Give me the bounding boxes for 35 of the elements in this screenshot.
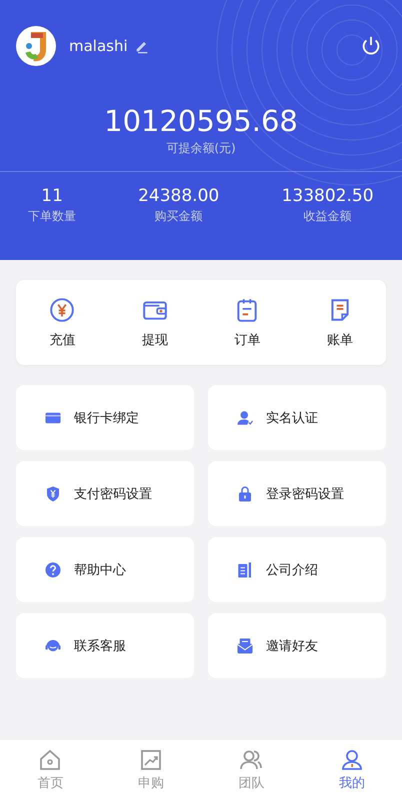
menu-item[interactable]: 帮助中心	[16, 537, 194, 602]
menu-item[interactable]: 登录密码设置	[208, 461, 386, 526]
menu-item[interactable]: 银行卡绑定	[16, 385, 194, 450]
book-icon	[236, 560, 254, 578]
menu-item[interactable]: 邀请好友	[208, 613, 386, 678]
quick-action[interactable]: 账单	[294, 280, 386, 365]
quick-action[interactable]: 提现	[108, 280, 201, 365]
avatar-logo-icon[interactable]	[16, 26, 56, 66]
help-icon	[44, 560, 62, 578]
stat-value: 11	[41, 186, 63, 206]
quick-action[interactable]: 充值	[16, 280, 108, 365]
stat-label: 购买金额	[154, 208, 203, 225]
home-icon	[38, 748, 62, 772]
power-icon[interactable]	[360, 35, 382, 57]
username: malashi	[69, 37, 128, 55]
menu-item[interactable]: 公司介绍	[208, 537, 386, 602]
stat-label: 下单数量	[28, 208, 76, 225]
user-check-icon	[236, 408, 254, 426]
balance-label: 可提余额(元)	[166, 140, 236, 157]
menu-item[interactable]: 支付密码设置	[16, 461, 194, 526]
tab[interactable]: 我的	[302, 740, 402, 800]
users-icon	[239, 748, 264, 772]
user-icon	[340, 748, 364, 772]
menu-item[interactable]: 联系客服	[16, 613, 194, 678]
menu-item[interactable]: 实名认证	[208, 385, 386, 450]
stat-value: 133802.50	[282, 186, 374, 206]
yen-shield-icon	[44, 484, 62, 502]
lock-icon	[236, 484, 254, 502]
quick-action[interactable]: 订单	[201, 280, 294, 365]
yen-coin-icon	[49, 296, 76, 322]
balance-amount: 10120595.68	[104, 104, 298, 138]
stat-value: 24388.00	[138, 186, 220, 206]
chart-icon	[138, 748, 163, 772]
envelope-icon	[236, 636, 254, 654]
stat-label: 收益金额	[304, 208, 352, 225]
